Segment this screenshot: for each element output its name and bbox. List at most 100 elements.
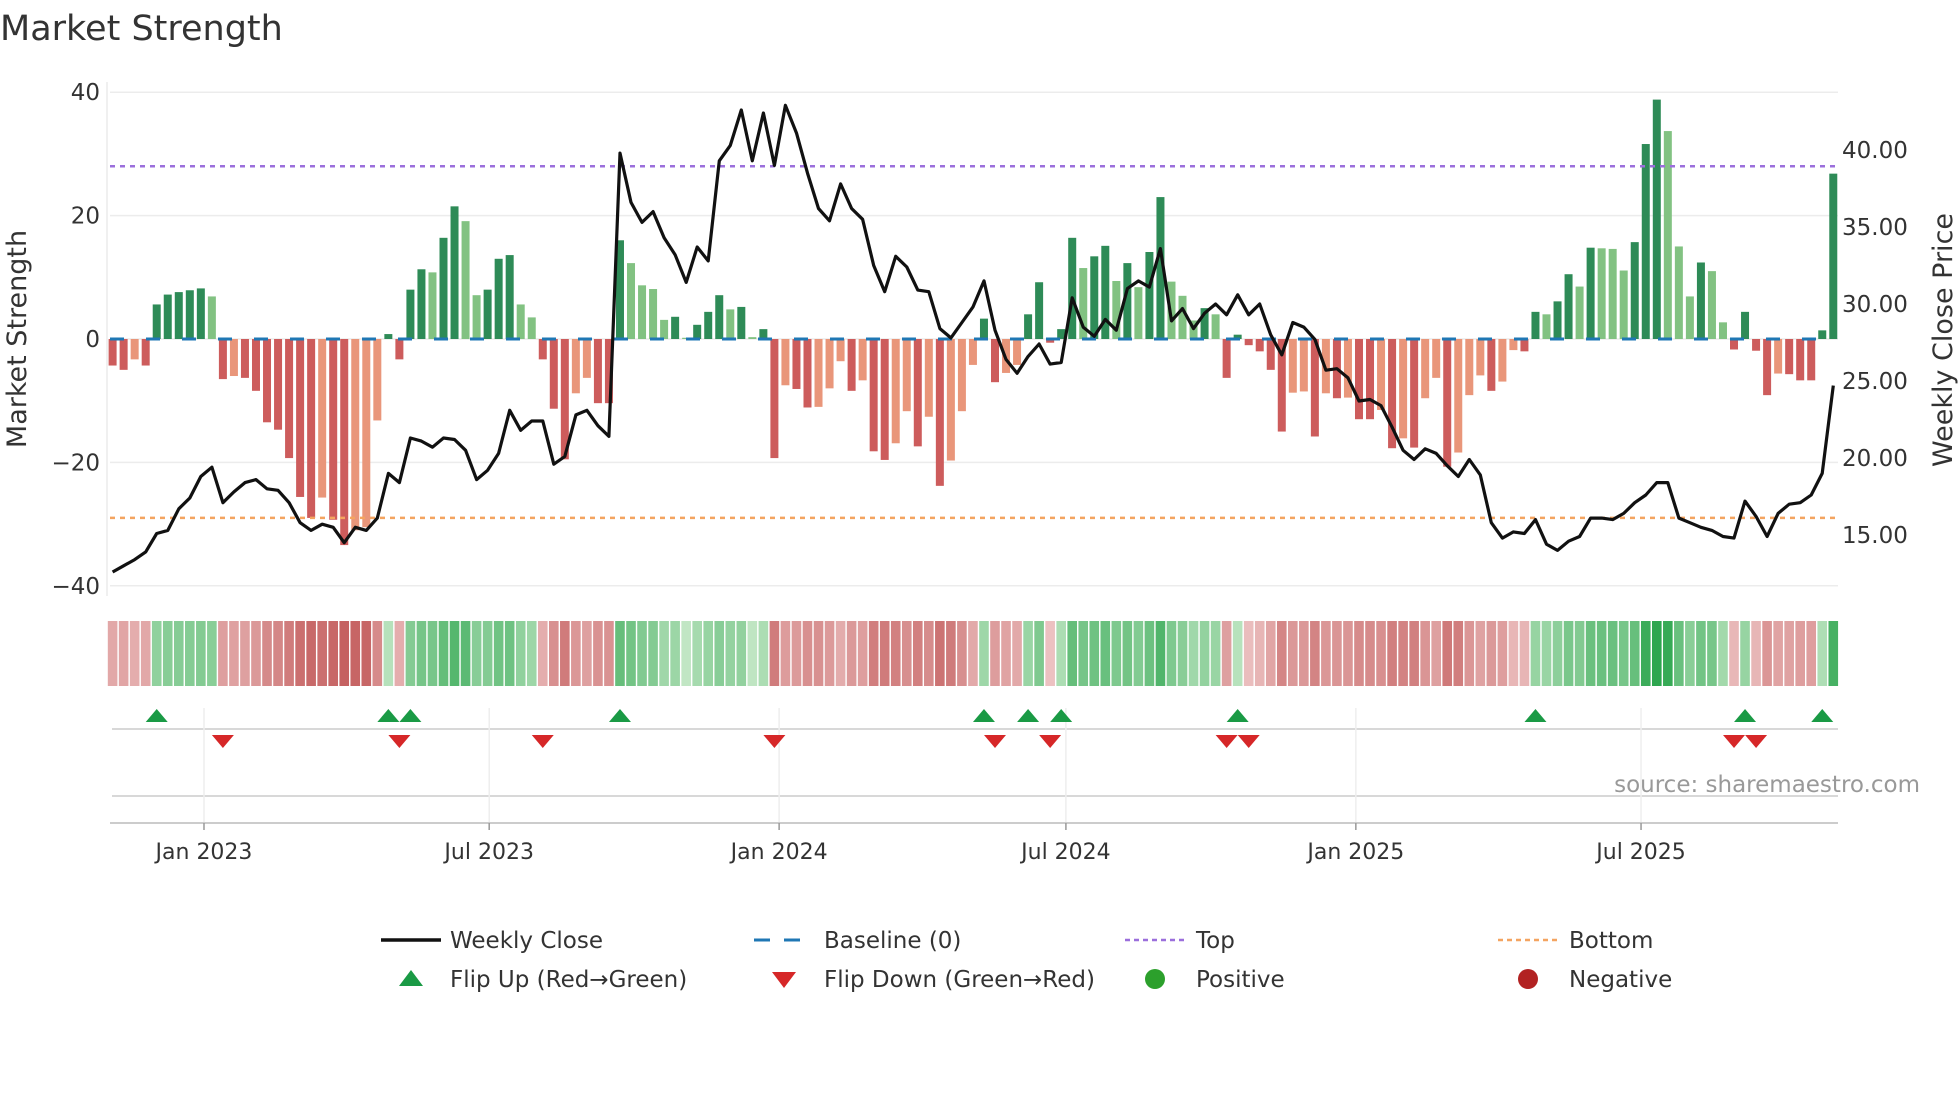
bar-negative	[1807, 339, 1816, 381]
bar-negative	[781, 339, 790, 386]
heat-cell	[1618, 621, 1629, 686]
heat-cell	[1100, 621, 1111, 686]
bar-negative	[329, 339, 338, 520]
bar-positive	[1553, 301, 1562, 339]
heat-cell	[626, 621, 636, 686]
heat-cell	[637, 621, 647, 686]
bar-positive	[450, 206, 459, 339]
heat-cell	[1475, 621, 1486, 686]
bar-positive	[693, 324, 702, 339]
bar-negative	[836, 339, 845, 362]
bar-positive	[152, 304, 161, 339]
heat-cell	[218, 621, 228, 686]
heat-cell	[1486, 621, 1497, 686]
legend-label: Negative	[1569, 967, 1672, 993]
legend-label: Top	[1195, 928, 1235, 954]
heat-cell	[1155, 621, 1166, 686]
bar-negative	[1410, 339, 1419, 448]
y-tick-label: 40	[71, 80, 100, 106]
heat-cell	[1685, 621, 1695, 686]
heat-cell	[1442, 621, 1453, 686]
bar-negative	[902, 339, 911, 412]
heat-cell	[1652, 621, 1662, 686]
bar-positive	[1024, 314, 1033, 339]
bar-positive	[1597, 248, 1606, 339]
bar-negative	[913, 339, 922, 447]
heat-cell	[1409, 621, 1419, 686]
legend-item: Flip Up (Red→Green)	[399, 967, 687, 993]
heat-cell	[968, 621, 978, 686]
bar-negative	[351, 339, 360, 531]
y2-tick-label: 20.00	[1842, 446, 1908, 472]
bar-positive	[1685, 296, 1694, 339]
bar-negative	[274, 339, 283, 430]
x-tick-label: Jan 2023	[154, 840, 253, 865]
bar-positive	[494, 258, 503, 339]
bar-negative	[1785, 339, 1794, 375]
bar-negative	[1222, 339, 1231, 378]
bar-positive	[1741, 311, 1750, 339]
bar-negative	[991, 339, 999, 383]
chart-title: Market Strength	[0, 9, 283, 49]
heat-cell	[648, 621, 658, 686]
bar-negative	[880, 339, 889, 460]
heat-cell	[1640, 621, 1651, 686]
bar-negative	[891, 339, 900, 444]
x-axis: Jan 2023 Jul 2023 Jan 2024 Jul 2024 Jan 2025…	[110, 822, 1838, 865]
heat-cell	[1541, 621, 1552, 686]
heat-cell	[1023, 621, 1033, 686]
heat-cell	[725, 621, 736, 686]
bar-positive	[715, 295, 724, 339]
heat-cell	[1828, 621, 1839, 686]
bar-positive	[649, 289, 658, 339]
bar-negative	[935, 339, 944, 486]
heat-cell	[1707, 621, 1717, 686]
flip-down-marker	[1723, 735, 1746, 748]
bar-negative	[1432, 339, 1441, 378]
bar-negative	[1255, 339, 1264, 352]
heat-cell	[549, 621, 559, 686]
bar-negative	[1354, 339, 1363, 420]
legend-item: Flip Down (Green→Red)	[772, 967, 1095, 993]
x-tick-label: Jul 2025	[1594, 840, 1686, 865]
heat-cell	[1034, 621, 1044, 686]
heat-cell	[802, 621, 813, 686]
heat-cell	[1784, 621, 1794, 686]
heat-cell	[1310, 621, 1320, 686]
bar-positive	[1211, 314, 1220, 339]
heat-cell	[1563, 621, 1574, 686]
heat-cell	[1354, 621, 1364, 686]
y-tick-label: −40	[51, 574, 100, 600]
heat-cell	[1243, 621, 1254, 686]
y-tick-label: 20	[71, 204, 100, 230]
bar-negative	[1796, 339, 1805, 381]
bar-negative	[1377, 339, 1386, 410]
left-axis-ticks: 40 20 0 −20 −40	[51, 80, 100, 600]
flip-up-marker	[1811, 709, 1834, 722]
heat-cell	[835, 621, 846, 686]
source-credit: source: sharemaestro.com	[1614, 772, 1920, 798]
heat-cell	[361, 621, 372, 686]
heat-cell	[1585, 621, 1596, 686]
circle-icon	[1145, 969, 1165, 989]
heat-cell	[1574, 621, 1585, 686]
bar-negative	[1774, 339, 1783, 374]
bar-negative	[318, 339, 327, 498]
heat-cell	[1232, 621, 1243, 686]
legend-label: Flip Up (Red→Green)	[450, 967, 687, 993]
legend-item: Top	[1125, 928, 1235, 954]
bar-positive	[1829, 173, 1838, 339]
bar-negative	[1509, 339, 1518, 351]
bar-positive	[1586, 247, 1595, 339]
heat-cell	[747, 621, 758, 686]
heat-cell	[1596, 621, 1607, 686]
bar-negative	[770, 339, 779, 459]
bar-negative	[307, 339, 316, 518]
heat-cell	[284, 621, 294, 686]
bar-negative	[1266, 339, 1275, 370]
flip-down-marker	[763, 735, 786, 748]
bar-negative	[1752, 339, 1761, 351]
flip-up-marker	[145, 709, 168, 722]
bar-negative	[957, 339, 966, 412]
bar-positive	[417, 269, 426, 339]
